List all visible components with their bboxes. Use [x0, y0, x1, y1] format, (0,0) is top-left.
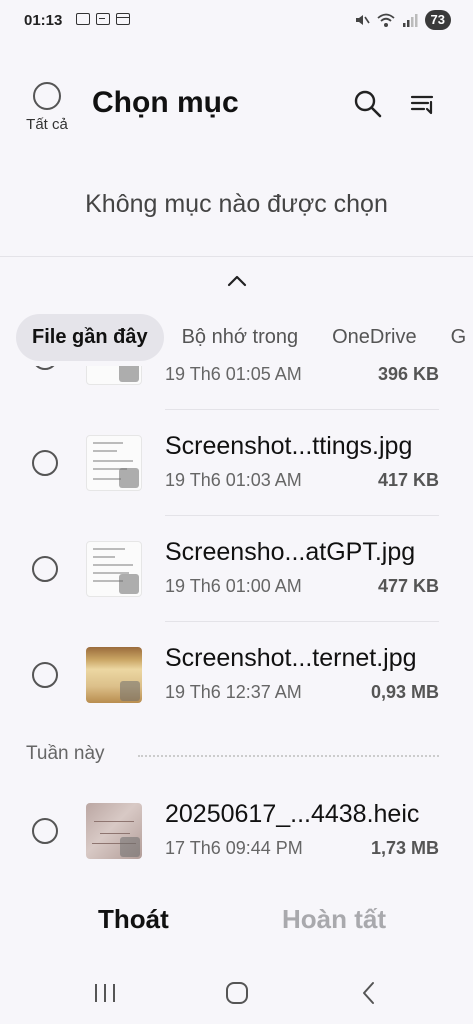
file-name: 20250617_...4438.heic [165, 800, 420, 828]
mute-icon [355, 15, 370, 25]
chevron-up-icon [227, 275, 247, 287]
back-icon [363, 982, 374, 1004]
file-thumbnail [86, 647, 142, 703]
status-system-icons: 73 [354, 10, 451, 30]
file-name: Screensho...atGPT.jpg [165, 538, 416, 566]
file-checkbox[interactable] [32, 662, 58, 688]
file-row[interactable]: 20250617_...4438.heic 17 Th6 09:44 PM 1,… [0, 778, 473, 884]
tab-recent-files[interactable]: File gần đây [16, 314, 164, 361]
file-size: 477 KB [377, 576, 439, 596]
screenshot-icon [76, 13, 90, 25]
selection-status-text: Không mục nào được chọn [85, 190, 388, 218]
file-thumbnail [86, 541, 142, 597]
expand-icon [119, 574, 139, 594]
expand-icon [120, 837, 140, 857]
section-divider [138, 755, 439, 757]
file-row[interactable]: Screenshot...ternet.jpg 19 Th6 12:37 AM … [0, 622, 473, 728]
wifi-icon [376, 13, 395, 27]
file-thumbnail [86, 366, 142, 385]
sort-button[interactable] [406, 88, 438, 120]
file-size: 0,93 MB [370, 682, 439, 702]
select-all-label: Tất cả [26, 116, 68, 133]
sort-icon [410, 95, 434, 115]
status-notification-icons [76, 13, 130, 25]
file-row[interactable]: Screensho...atGPT.jpg 19 Th6 01:00 AM 47… [0, 516, 473, 622]
file-date: 19 Th6 01:03 AM [165, 470, 302, 490]
page-title: Chọn mục [92, 86, 239, 119]
bottom-action-bar: Thoát Hoàn tất [0, 886, 473, 956]
status-time: 01:13 [24, 12, 63, 29]
signal-icon [402, 14, 418, 27]
home-button[interactable] [222, 978, 252, 1008]
expand-icon [119, 468, 139, 488]
search-icon [354, 90, 382, 118]
select-all-button[interactable]: Tất cả [22, 82, 72, 133]
file-checkbox[interactable] [32, 366, 58, 370]
navigation-bar [0, 960, 473, 1024]
file-size: 396 KB [377, 366, 439, 384]
file-row[interactable]: Screenshot...ttings.jpg 19 Th6 01:03 AM … [0, 410, 473, 516]
file-checkbox[interactable] [32, 556, 58, 582]
tab-internal-storage[interactable]: Bộ nhớ trong [166, 314, 315, 361]
file-date: 17 Th6 09:44 PM [165, 838, 303, 858]
divider [0, 256, 473, 257]
file-size: 1,73 MB [370, 838, 439, 858]
calendar-icon [116, 13, 130, 25]
file-date: 19 Th6 01:00 AM [165, 576, 302, 596]
file-checkbox[interactable] [32, 818, 58, 844]
file-thumbnail [86, 803, 142, 859]
back-button[interactable] [354, 978, 384, 1008]
file-row[interactable]: 19 Th6 01:05 AM 396 KB [0, 366, 473, 410]
recents-button[interactable] [90, 978, 120, 1008]
done-button[interactable]: Hoàn tất [282, 904, 386, 935]
tab-onedrive[interactable]: OneDrive [316, 314, 432, 361]
file-name: Screenshot...ttings.jpg [165, 432, 413, 460]
tab-more[interactable]: G [435, 314, 473, 361]
collapse-button[interactable] [224, 270, 250, 292]
status-bar: 01:13 73 [0, 0, 473, 44]
file-date: 19 Th6 12:37 AM [165, 682, 302, 702]
search-button[interactable] [352, 88, 384, 120]
file-size: 417 KB [377, 470, 439, 490]
file-list[interactable]: 19 Th6 01:05 AM 396 KB Screenshot...ttin… [0, 366, 473, 886]
exit-button[interactable]: Thoát [98, 904, 169, 935]
battery-icon: 73 [424, 10, 451, 30]
file-thumbnail [86, 435, 142, 491]
section-header: Tuần này [26, 743, 105, 764]
home-icon [226, 982, 248, 1004]
recents-icon [95, 984, 115, 1002]
file-checkbox[interactable] [32, 450, 58, 476]
file-date: 19 Th6 01:05 AM [165, 366, 302, 384]
file-name: Screenshot...ternet.jpg [165, 644, 417, 672]
storage-tabs: File gần đây Bộ nhớ trong OneDrive G [16, 314, 473, 361]
expand-icon [119, 366, 139, 382]
select-all-checkbox[interactable] [33, 82, 61, 110]
expand-icon [120, 681, 140, 701]
gallery-icon [96, 13, 110, 25]
